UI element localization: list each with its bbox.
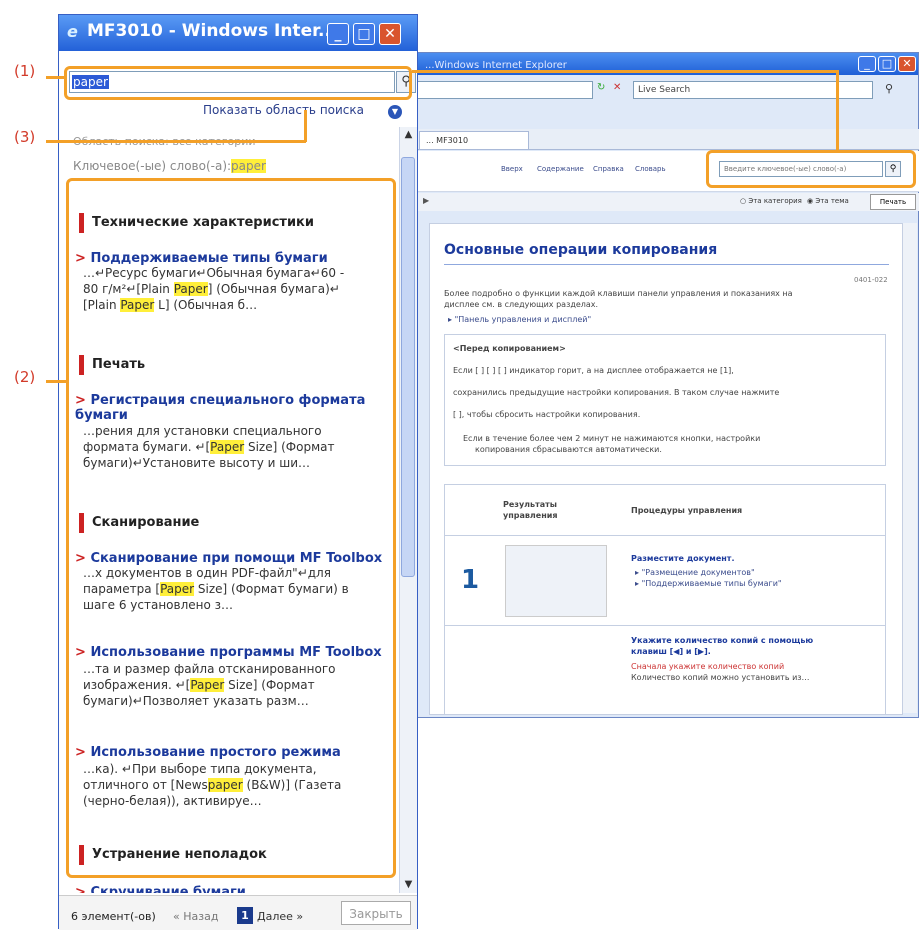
radio-this-category[interactable]: ○ Эта категория: [740, 197, 802, 205]
before-copy-box: <Перед копированием> Если [ ] [ ] [ ] ин…: [444, 334, 886, 466]
scrollbar-thumb[interactable]: [401, 157, 415, 577]
result-count: 6 элемент(-ов): [71, 910, 156, 923]
nav-link-help[interactable]: Справка: [593, 165, 624, 173]
address-bar[interactable]: [417, 81, 593, 99]
bg-search-icon[interactable]: ⚲: [885, 82, 893, 95]
step-illustration: [505, 545, 607, 617]
help-content: Основные операции копирования 0401-022 Б…: [429, 223, 903, 715]
col-header-results: Результаты управления: [503, 500, 558, 520]
prev-page-link[interactable]: « Назад: [173, 910, 218, 923]
callout-line-2: [46, 380, 68, 383]
bg-minimize-button[interactable]: _: [858, 56, 876, 72]
options-row: ▶ ○ Эта категория ◉ Эта тема Печать: [415, 193, 919, 211]
step2-text: Количество копий можно установить из…: [631, 673, 810, 682]
nav-link-glossary[interactable]: Словарь: [635, 165, 666, 173]
scroll-up-icon[interactable]: ▲: [400, 127, 417, 143]
callout-line-1: [46, 76, 66, 79]
nav-link-contents[interactable]: Содержание: [537, 165, 584, 173]
title-divider: [444, 264, 889, 265]
step2-title-2: клавиш [◀] и [▶].: [631, 647, 711, 656]
step1-link-2[interactable]: ▸ "Поддерживаемые типы бумаги": [635, 578, 782, 589]
result-link[interactable]: > Скручивание бумаги: [75, 885, 385, 893]
highlight-frame-results: [66, 178, 396, 878]
current-page: 1: [237, 907, 253, 924]
scroll-down-icon[interactable]: ▼: [400, 877, 417, 893]
step2-title: Укажите количество копий с помощью: [631, 636, 814, 645]
popup-title: MF3010 - Windows Inter...: [87, 21, 338, 41]
note-line-1: Если в течение более чем 2 минут не нажи…: [463, 434, 761, 443]
keyword-line: Ключевое(-ые) слово(-а):paper: [73, 159, 266, 173]
before-line-3: [ ], чтобы сбросить настройки копировани…: [453, 410, 641, 419]
page-title: Основные операции копирования: [444, 242, 718, 258]
popup-close-button[interactable]: ✕: [379, 23, 401, 45]
stop-icon[interactable]: ✕: [613, 82, 627, 96]
step-number: 1: [461, 565, 480, 595]
step1-title: Разместите документ.: [631, 554, 735, 563]
table-header-row: Результаты управления Процедуры управлен…: [445, 485, 885, 536]
callout-line-3: [46, 140, 306, 143]
before-title: <Перед копированием>: [453, 344, 566, 353]
note-line-2: копирования сбрасываются автоматически.: [475, 445, 662, 454]
table-row: Укажите количество копий с помощью клави…: [445, 625, 885, 714]
chevron-down-icon[interactable]: ▼: [388, 105, 402, 119]
steps-table: Результаты управления Процедуры управлен…: [444, 484, 886, 714]
intro-link[interactable]: ▸ "Панель управления и дисплей": [448, 314, 591, 325]
refresh-icon[interactable]: ↻: [597, 82, 611, 96]
results-scrollbar[interactable]: ▲ ▼: [399, 127, 417, 893]
highlight-frame-help-search: [706, 150, 916, 188]
tab-row: ... MF3010: [415, 129, 919, 150]
table-row: 1 Разместите документ. ▸ "Размещение док…: [445, 535, 885, 626]
intro-line-2: дисплее см. в следующих разделах.: [444, 300, 599, 309]
popup-minimize-button[interactable]: _: [327, 23, 349, 45]
nav-link-up[interactable]: Вверх: [501, 165, 523, 173]
intro-line-1: Более подробно о функции каждой клавиши …: [444, 289, 793, 298]
connector-line-down: [836, 70, 839, 152]
popup-maximize-button[interactable]: □: [353, 23, 375, 45]
print-button[interactable]: Печать: [870, 194, 916, 210]
before-line-1: Если [ ] [ ] [ ] индикатор горит, а на д…: [453, 366, 734, 375]
step1-link-1[interactable]: ▸ "Размещение документов": [635, 567, 755, 578]
highlight-frame-search: [64, 66, 412, 100]
radio-this-topic[interactable]: ◉ Эта тема: [807, 197, 849, 205]
bg-close-button[interactable]: ✕: [898, 56, 916, 72]
ie-logo-icon: e: [67, 22, 78, 41]
col-header-procedures: Процедуры управления: [631, 506, 743, 515]
browser-tab[interactable]: ... MF3010: [419, 131, 529, 149]
before-line-2: сохранились предыдущие настройки копиров…: [453, 388, 780, 397]
step2-red: Сначала укажите количество копий: [631, 662, 785, 671]
show-search-area-link[interactable]: Показать область поиска: [203, 103, 364, 117]
callout-3: (3): [14, 128, 36, 146]
connector-line-top: [412, 70, 838, 73]
callout-2: (2): [14, 368, 36, 386]
close-button[interactable]: Закрыть: [341, 901, 411, 925]
next-page-link[interactable]: Далее »: [257, 910, 303, 923]
doc-code: 0401-022: [854, 276, 888, 284]
bg-maximize-button[interactable]: □: [878, 56, 896, 72]
expand-arrow-icon[interactable]: ▶: [423, 196, 429, 205]
popup-title-bar: e MF3010 - Windows Inter... _ □ ✕: [59, 15, 417, 51]
results-footer: 6 элемент(-ов) « Назад 1 Далее » Закрыть: [59, 895, 417, 930]
bg-scrollbar[interactable]: [903, 223, 917, 713]
callout-line-3b: [304, 110, 307, 142]
callout-1: (1): [14, 62, 36, 80]
